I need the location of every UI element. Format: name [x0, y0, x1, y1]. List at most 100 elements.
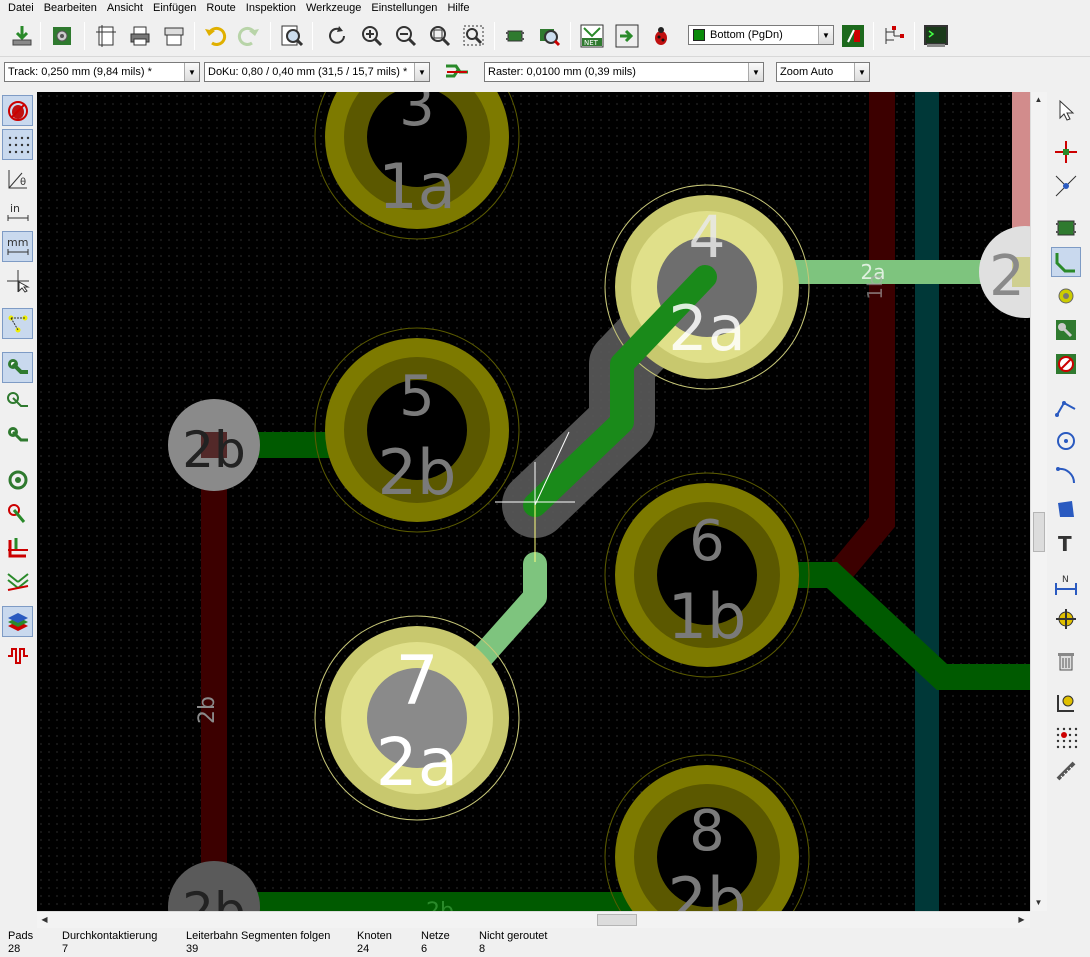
page-setup-icon[interactable]: [90, 20, 122, 52]
menu-einstellungen[interactable]: Einstellungen: [366, 0, 442, 16]
chevron-down-icon: ▼: [748, 63, 763, 81]
scroll-up-icon[interactable]: ▲: [1031, 92, 1046, 107]
add-text-icon[interactable]: T: [1051, 528, 1081, 558]
units-mm-icon[interactable]: mm: [2, 231, 33, 262]
add-keepout-icon[interactable]: [1051, 349, 1081, 379]
track-label-2b-vertical: 2b: [195, 696, 220, 724]
grid-origin-icon[interactable]: [1051, 722, 1081, 752]
netlist-icon[interactable]: NET: [576, 20, 608, 52]
via-2b-bottom[interactable]: 2b: [168, 861, 260, 911]
pad-number: 7: [395, 642, 438, 721]
draw-circle-icon[interactable]: [1051, 426, 1081, 456]
set-origin-icon[interactable]: [1051, 688, 1081, 718]
polar-coords-icon[interactable]: θ: [2, 163, 33, 194]
zoom-value: Zoom Auto: [780, 66, 834, 78]
plot-icon[interactable]: [158, 20, 190, 52]
redraw-icon[interactable]: [321, 20, 353, 52]
draw-polygon-icon[interactable]: [1051, 494, 1081, 524]
menu-hilfe[interactable]: Hilfe: [442, 0, 474, 16]
show-pads-icon[interactable]: [2, 464, 33, 495]
console-icon[interactable]: [920, 20, 952, 52]
save-board-icon[interactable]: [6, 20, 38, 52]
draw-line-icon[interactable]: [1051, 392, 1081, 422]
footprint-editor-icon[interactable]: [499, 20, 531, 52]
undo-icon[interactable]: [199, 20, 231, 52]
cursor-shape-icon[interactable]: [2, 265, 33, 296]
redo-icon[interactable]: [233, 20, 265, 52]
status-pads: Pads 28: [8, 930, 33, 956]
select-arrow-icon[interactable]: [1051, 95, 1081, 125]
status-unrouted: Nicht geroutet 8: [479, 930, 547, 956]
footprint-viewer-icon[interactable]: [533, 20, 565, 52]
status-value: 7: [62, 943, 69, 955]
menu-einfuegen[interactable]: Einfügen: [148, 0, 201, 16]
scroll-down-icon[interactable]: ▼: [1031, 895, 1046, 910]
scripting-icon[interactable]: [878, 20, 910, 52]
status-label: Netze: [421, 930, 450, 942]
pad-2-partial[interactable]: 2: [979, 226, 1030, 318]
grid-select[interactable]: Raster: 0,0100 mm (0,39 mils) ▼: [484, 62, 764, 82]
find-icon[interactable]: [276, 20, 308, 52]
pcb-canvas[interactable]: 3 1a 5 2b 6 1b 8 2b 7 2a 4 2a 2b 2b 2 2a…: [37, 92, 1030, 911]
print-icon[interactable]: [124, 20, 156, 52]
show-vias-icon[interactable]: [2, 420, 33, 451]
auto-track-width-icon[interactable]: [442, 59, 472, 85]
show-tracks-outline-icon[interactable]: [2, 386, 33, 417]
local-ratsnest-icon[interactable]: [1051, 171, 1081, 201]
layer-select[interactable]: Bottom (PgDn) ▼: [688, 25, 834, 45]
horizontal-scrollbar[interactable]: ◀ ▶: [37, 911, 1030, 928]
via-size-select[interactable]: DoKu: 0,80 / 0,40 mm (31,5 / 15,7 mils) …: [204, 62, 430, 82]
pad-8[interactable]: 8 2b: [604, 754, 810, 911]
high-contrast-icon[interactable]: [2, 498, 33, 529]
add-zone-icon[interactable]: [1051, 315, 1081, 345]
add-via-icon[interactable]: [1051, 281, 1081, 311]
status-label: Durchkontaktierung: [62, 930, 158, 942]
show-net-names-icon[interactable]: [2, 532, 33, 563]
update-pcb-icon[interactable]: [611, 20, 643, 52]
menu-datei[interactable]: Datei: [3, 0, 39, 16]
add-footprint-icon[interactable]: [1051, 213, 1081, 243]
pad-number: 5: [399, 364, 435, 429]
zoom-out-icon[interactable]: [390, 20, 422, 52]
route-tracks-icon[interactable]: [1051, 247, 1081, 277]
measure-icon[interactable]: [1051, 756, 1081, 786]
zoom-fit-icon[interactable]: [424, 20, 456, 52]
pad-6[interactable]: 6 1b: [604, 472, 810, 678]
menu-ansicht[interactable]: Ansicht: [102, 0, 148, 16]
microwave-tools-icon[interactable]: [2, 640, 33, 671]
pad-net: 2a: [668, 292, 745, 365]
pad-5[interactable]: 5 2b: [314, 327, 520, 533]
scroll-right-icon[interactable]: ▶: [1014, 912, 1029, 927]
zoom-select[interactable]: Zoom Auto ▼: [776, 62, 870, 82]
horizontal-scroll-thumb[interactable]: [597, 914, 637, 926]
show-tracks-filled-icon[interactable]: [2, 352, 33, 383]
menu-bearbeiten[interactable]: Bearbeiten: [39, 0, 102, 16]
vertical-scroll-thumb[interactable]: [1033, 512, 1045, 552]
grid-toggle-icon[interactable]: [2, 129, 33, 160]
pad-3[interactable]: 3 1a: [314, 92, 520, 240]
draw-arc-icon[interactable]: [1051, 460, 1081, 490]
layer-pair-icon[interactable]: [837, 20, 869, 52]
highlight-net-icon[interactable]: [1051, 137, 1081, 167]
delete-icon[interactable]: [1051, 646, 1081, 676]
vertical-scrollbar[interactable]: ▲ ▼: [1030, 92, 1047, 911]
add-dimension-icon[interactable]: N: [1051, 570, 1081, 600]
layers-manager-icon[interactable]: [2, 606, 33, 637]
add-target-icon[interactable]: [1051, 604, 1081, 634]
ratsnest-icon[interactable]: [2, 308, 33, 339]
units-inch-icon[interactable]: in: [2, 197, 33, 228]
show-microwave-icon[interactable]: [2, 566, 33, 597]
drc-off-icon[interactable]: [2, 95, 33, 126]
via-2b-left[interactable]: 2b: [168, 399, 260, 491]
menu-route[interactable]: Route: [201, 0, 240, 16]
status-nets: Netze 6: [421, 930, 450, 956]
drc-bug-icon[interactable]: [645, 20, 677, 52]
scroll-left-icon[interactable]: ◀: [37, 912, 52, 927]
track-width-select[interactable]: Track: 0,250 mm (9,84 mils) * ▼: [4, 62, 200, 82]
zoom-in-icon[interactable]: [356, 20, 388, 52]
menu-inspektion[interactable]: Inspektion: [241, 0, 301, 16]
board-setup-icon[interactable]: [46, 20, 78, 52]
status-value: 8: [479, 943, 486, 955]
zoom-area-icon[interactable]: [458, 20, 490, 52]
menu-werkzeuge[interactable]: Werkzeuge: [301, 0, 366, 16]
